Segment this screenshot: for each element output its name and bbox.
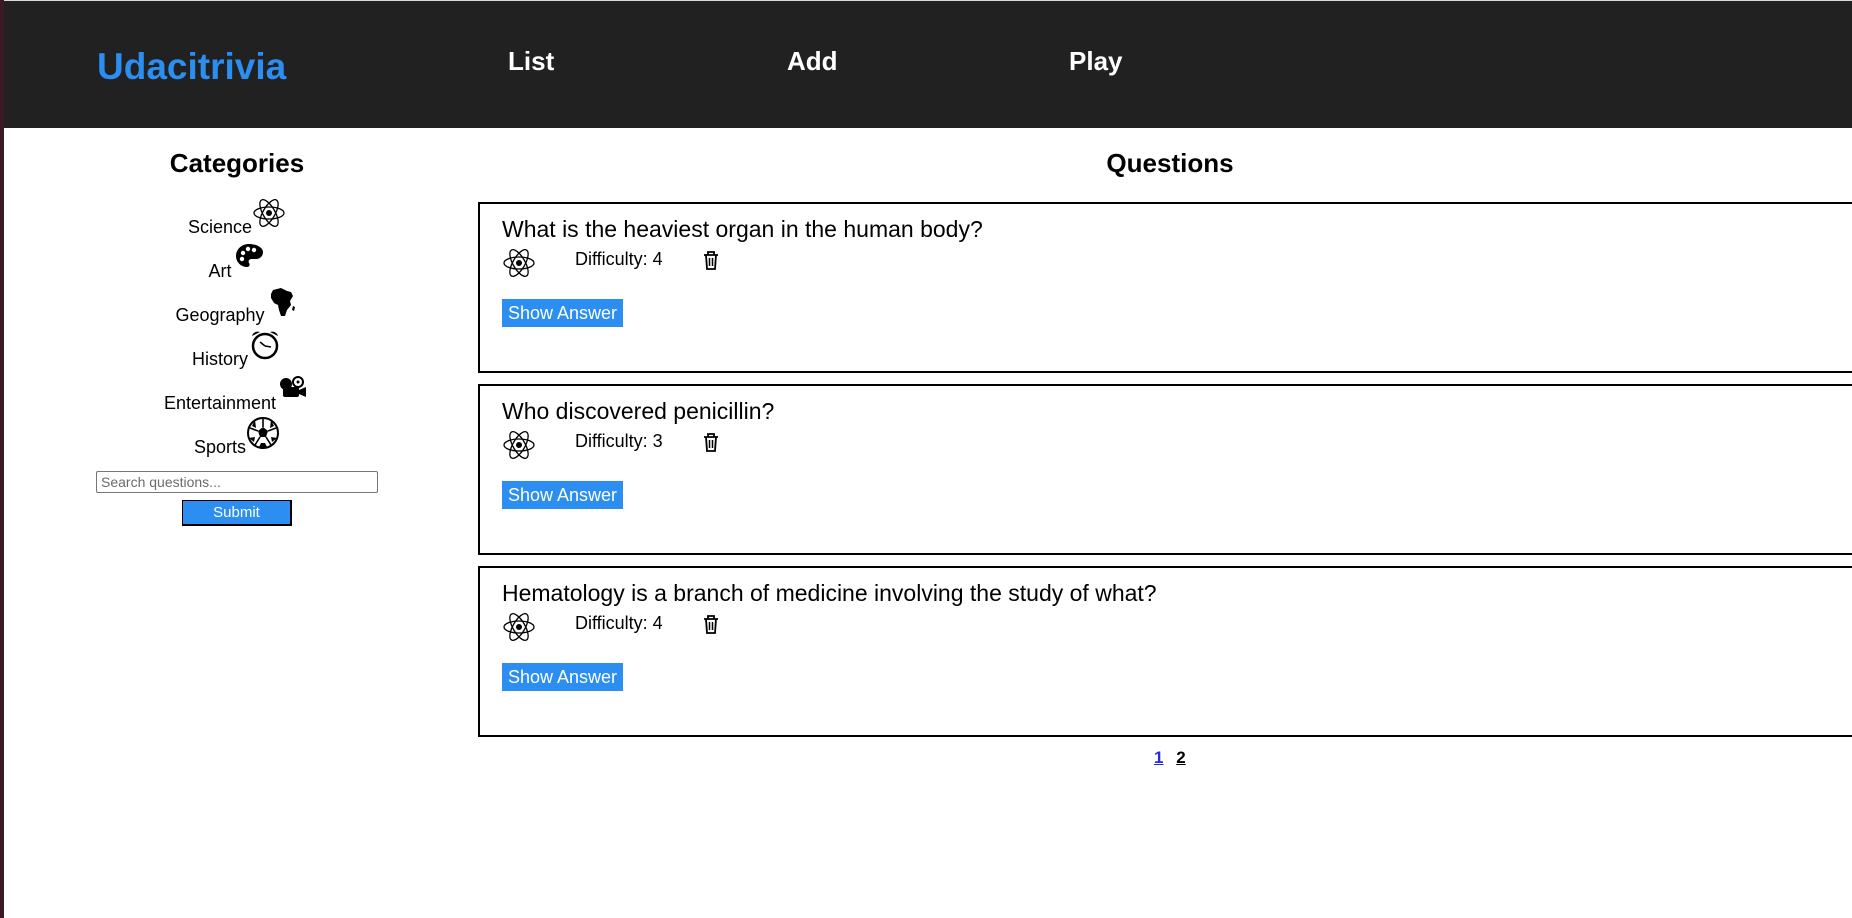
category-science[interactable]: Science (4, 197, 470, 241)
category-label: Sports (193, 436, 247, 457)
pagination: 1 2 (1154, 748, 1186, 768)
top-navbar: Udacitrivia List Add Play (4, 1, 1852, 128)
category-label: History (191, 348, 248, 369)
difficulty-label: Difficulty: 4 (575, 249, 663, 269)
science-atom-icon (503, 249, 535, 277)
category-label: Geography (175, 304, 265, 325)
geography-africa-icon (265, 284, 299, 318)
science-atom-icon (503, 613, 535, 641)
search-form: Submit (4, 471, 470, 526)
question-text: Who discovered penicillin? (502, 398, 775, 424)
question-text: What is the heaviest organ in the human … (502, 216, 983, 242)
difficulty-label: Difficulty: 4 (575, 613, 663, 633)
show-answer-button[interactable]: Show Answer (502, 663, 624, 691)
science-atom-icon (503, 431, 535, 459)
category-label: Entertainment (163, 392, 277, 413)
category-geography[interactable]: Geography (4, 285, 470, 329)
category-art[interactable]: Art (4, 241, 470, 285)
trash-icon[interactable] (702, 431, 720, 453)
categories-title: Categories (169, 148, 305, 178)
category-label: Art (208, 260, 232, 281)
trash-icon[interactable] (702, 249, 720, 271)
question-text: Hematology is a branch of medicine invol… (502, 580, 1157, 606)
category-label: Science (187, 216, 253, 237)
art-palette-icon (232, 240, 266, 274)
sports-soccer-ball-icon (246, 416, 280, 450)
question-card: Hematology is a branch of medicine invol… (478, 566, 1852, 737)
question-card: What is the heaviest organ in the human … (478, 202, 1852, 373)
nav-add-link[interactable]: Add (787, 46, 838, 77)
page-link-2[interactable]: 2 (1176, 748, 1185, 767)
trash-icon[interactable] (702, 613, 720, 635)
difficulty-label: Difficulty: 3 (575, 431, 663, 451)
history-alarm-clock-icon (248, 328, 282, 362)
category-sports[interactable]: Sports (4, 417, 470, 461)
show-answer-button[interactable]: Show Answer (502, 481, 624, 509)
submit-button[interactable]: Submit (182, 500, 292, 526)
nav-play-link[interactable]: Play (1069, 46, 1123, 77)
show-answer-button[interactable]: Show Answer (502, 299, 624, 327)
question-card: Who discovered penicillin? Difficulty: 3… (478, 384, 1852, 555)
category-entertainment[interactable]: Entertainment (4, 373, 470, 417)
questions-title: Questions (1106, 148, 1234, 178)
category-history[interactable]: History (4, 329, 470, 373)
brand-logo[interactable]: Udacitrivia (97, 46, 286, 88)
page-link-1[interactable]: 1 (1154, 748, 1163, 767)
science-atom-icon (252, 196, 286, 230)
nav-list-link[interactable]: List (508, 46, 554, 77)
categories-sidebar: Categories Science Art Geography History… (4, 128, 470, 526)
entertainment-projector-icon (276, 372, 310, 406)
search-input[interactable] (96, 471, 378, 493)
